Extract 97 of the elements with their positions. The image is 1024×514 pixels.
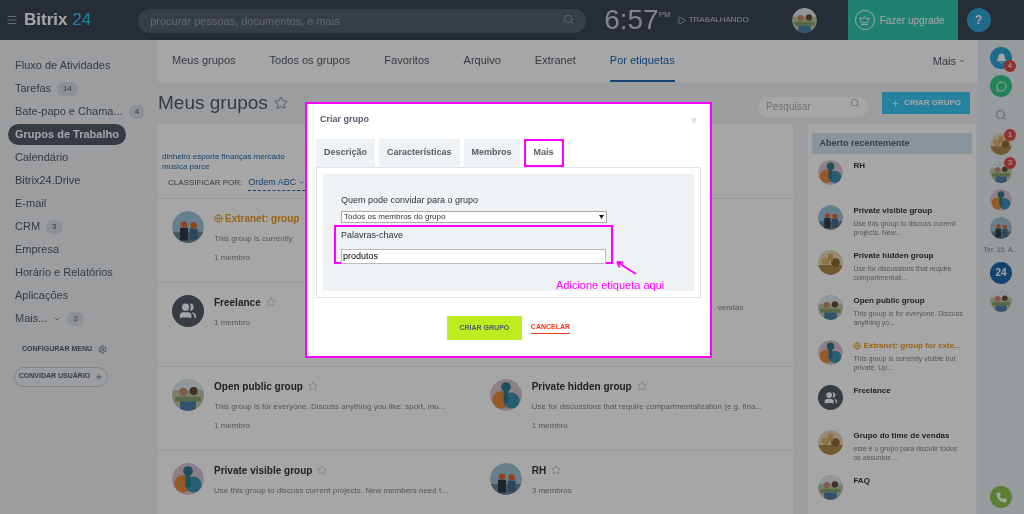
member-count: 1 membro [214,316,251,329]
recent-title: Aberto recentemente [819,136,910,150]
group-description: This group is for everyone. Discuss anything you like: sport, mu... [214,400,446,413]
globe-icon [214,213,223,223]
phone-button[interactable] [990,486,1012,508]
group-description: Use this group to discuss current projects. New members need t... [214,484,448,497]
settings-icon[interactable] [98,344,107,354]
bell-icon [995,52,1007,64]
work-status[interactable]: TRABALHANDO [688,14,749,26]
dropdown-arrow-icon [599,214,604,219]
chat-button[interactable] [990,75,1012,97]
recent-group-title[interactable]: Open public group [853,295,925,308]
sidebar-item[interactable]: Horário e Relatórios [15,264,113,281]
star-icon[interactable] [307,381,318,391]
member-count: 1 membro [214,419,251,432]
sidebar-item[interactable]: E-mail [15,195,47,212]
tab[interactable]: Arquivo [463,40,501,82]
dialog-tab[interactable]: Características [379,139,460,167]
search-icon[interactable] [850,98,861,108]
tab[interactable]: Todos os grupos [269,40,351,82]
group-title[interactable]: RH [531,462,547,478]
star-icon[interactable] [551,465,562,475]
notifications-button[interactable] [990,47,1012,69]
count-badge: 4 [128,104,146,119]
search-field[interactable]: Pesquisar [758,96,869,117]
recent-group-title[interactable]: Private visible group [853,205,933,218]
keywords-field[interactable]: produtos [341,248,606,264]
search-icon[interactable] [563,14,575,25]
group-title[interactable]: Private visible group [214,462,313,478]
sidebar-item[interactable]: Aplicações [15,287,69,304]
sidebar-item[interactable]: Calendário [15,149,69,166]
search-icon[interactable] [995,109,1007,121]
sidebar-item[interactable]: CRM [15,218,41,235]
sidebar-item[interactable]: Empresa [15,241,60,258]
tab[interactable]: Favoritos [384,40,430,82]
recent-group-title[interactable]: RH [853,160,865,173]
count-badge: 2 [67,311,84,326]
caret-icon [298,179,306,187]
sidebar-item[interactable]: Tarefas [15,80,52,97]
count-badge: 14 [57,81,78,96]
recent-group-title[interactable]: FAQ [853,475,870,488]
dialog-title: Criar grupo [320,113,369,127]
member-count: 1 membro [214,251,251,264]
plus-icon [95,372,104,381]
group-description: This group is currently [214,232,294,245]
help-button[interactable]: ? [966,8,991,32]
clock-period: PM [658,9,671,19]
annotation-arrow [614,259,638,275]
group-description: Use for discussions that require compartmentalization (e.g. fina... [531,400,763,413]
sidebar-item[interactable]: Bate-papo e Chama... [15,103,123,120]
globe-icon [853,342,862,351]
bitrix-logo[interactable]: 24 [990,261,1012,284]
invite-select[interactable]: Todos os membros do grupo [341,210,607,223]
sort-label: CLASSIFICAR POR: [168,177,243,190]
phone-icon [995,491,1007,503]
recent-group-title[interactable]: Private hidden group [853,250,934,263]
group-title[interactable]: Private hidden group [531,378,632,394]
sidebar-item[interactable]: Grupos de Trabalho [8,124,126,145]
tab[interactable]: Por etiquetas [609,40,675,82]
count-badge: 3 [46,219,63,234]
unread-badge: 1 [1004,129,1016,141]
notification-count: 4 [1004,60,1016,72]
tag-cloud[interactable]: dinheiro esporte finanças mercado música parce [162,152,300,172]
sidebar-item[interactable]: Mais... [15,310,48,327]
star-icon[interactable] [265,297,276,307]
member-count: 3 membros [531,484,572,497]
dialog-tab[interactable]: Mais [523,139,564,167]
plus-icon [891,98,901,108]
play-icon[interactable] [676,15,686,25]
menu-icon[interactable] [6,14,18,26]
star-icon[interactable] [317,465,328,475]
page-title: Meus grupos [158,90,268,115]
recent-group-title[interactable]: Freelance [853,385,891,398]
star-icon[interactable] [273,96,288,110]
group-icon [818,385,844,411]
star-icon[interactable] [636,381,647,391]
more-tab[interactable]: Mais [932,40,966,82]
tab[interactable]: Meus grupos [172,40,236,82]
group-icon [172,294,204,327]
group-title[interactable]: Open public group [214,378,303,394]
unread-badge: 3 [1004,157,1016,169]
sidebar-item[interactable]: Bitrix24.Drive [15,172,81,189]
member-count: 1 membro [531,419,569,432]
annotation-text: Adicione etiqueta aqui [556,278,665,293]
dialog-tab[interactable]: Membros [463,139,520,167]
chat-icon [995,80,1007,92]
caret-icon [958,57,966,65]
clock: 6:57 [604,3,659,37]
tab[interactable]: Extranet [534,40,576,82]
group-title[interactable]: Freelance [214,294,261,310]
recent-group-title[interactable]: Grupo do time de vendas [853,430,950,443]
field-label: Quem pode convidar para o grupo [341,194,480,207]
dialog-tab[interactable]: Descrição [316,139,376,167]
sidebar-item[interactable]: Fluxo de Atividades [15,57,111,74]
group-description: vendas [717,301,744,314]
logo[interactable]: Bitrix 24 [24,7,92,33]
field-label: Palavras-chave [341,228,405,242]
